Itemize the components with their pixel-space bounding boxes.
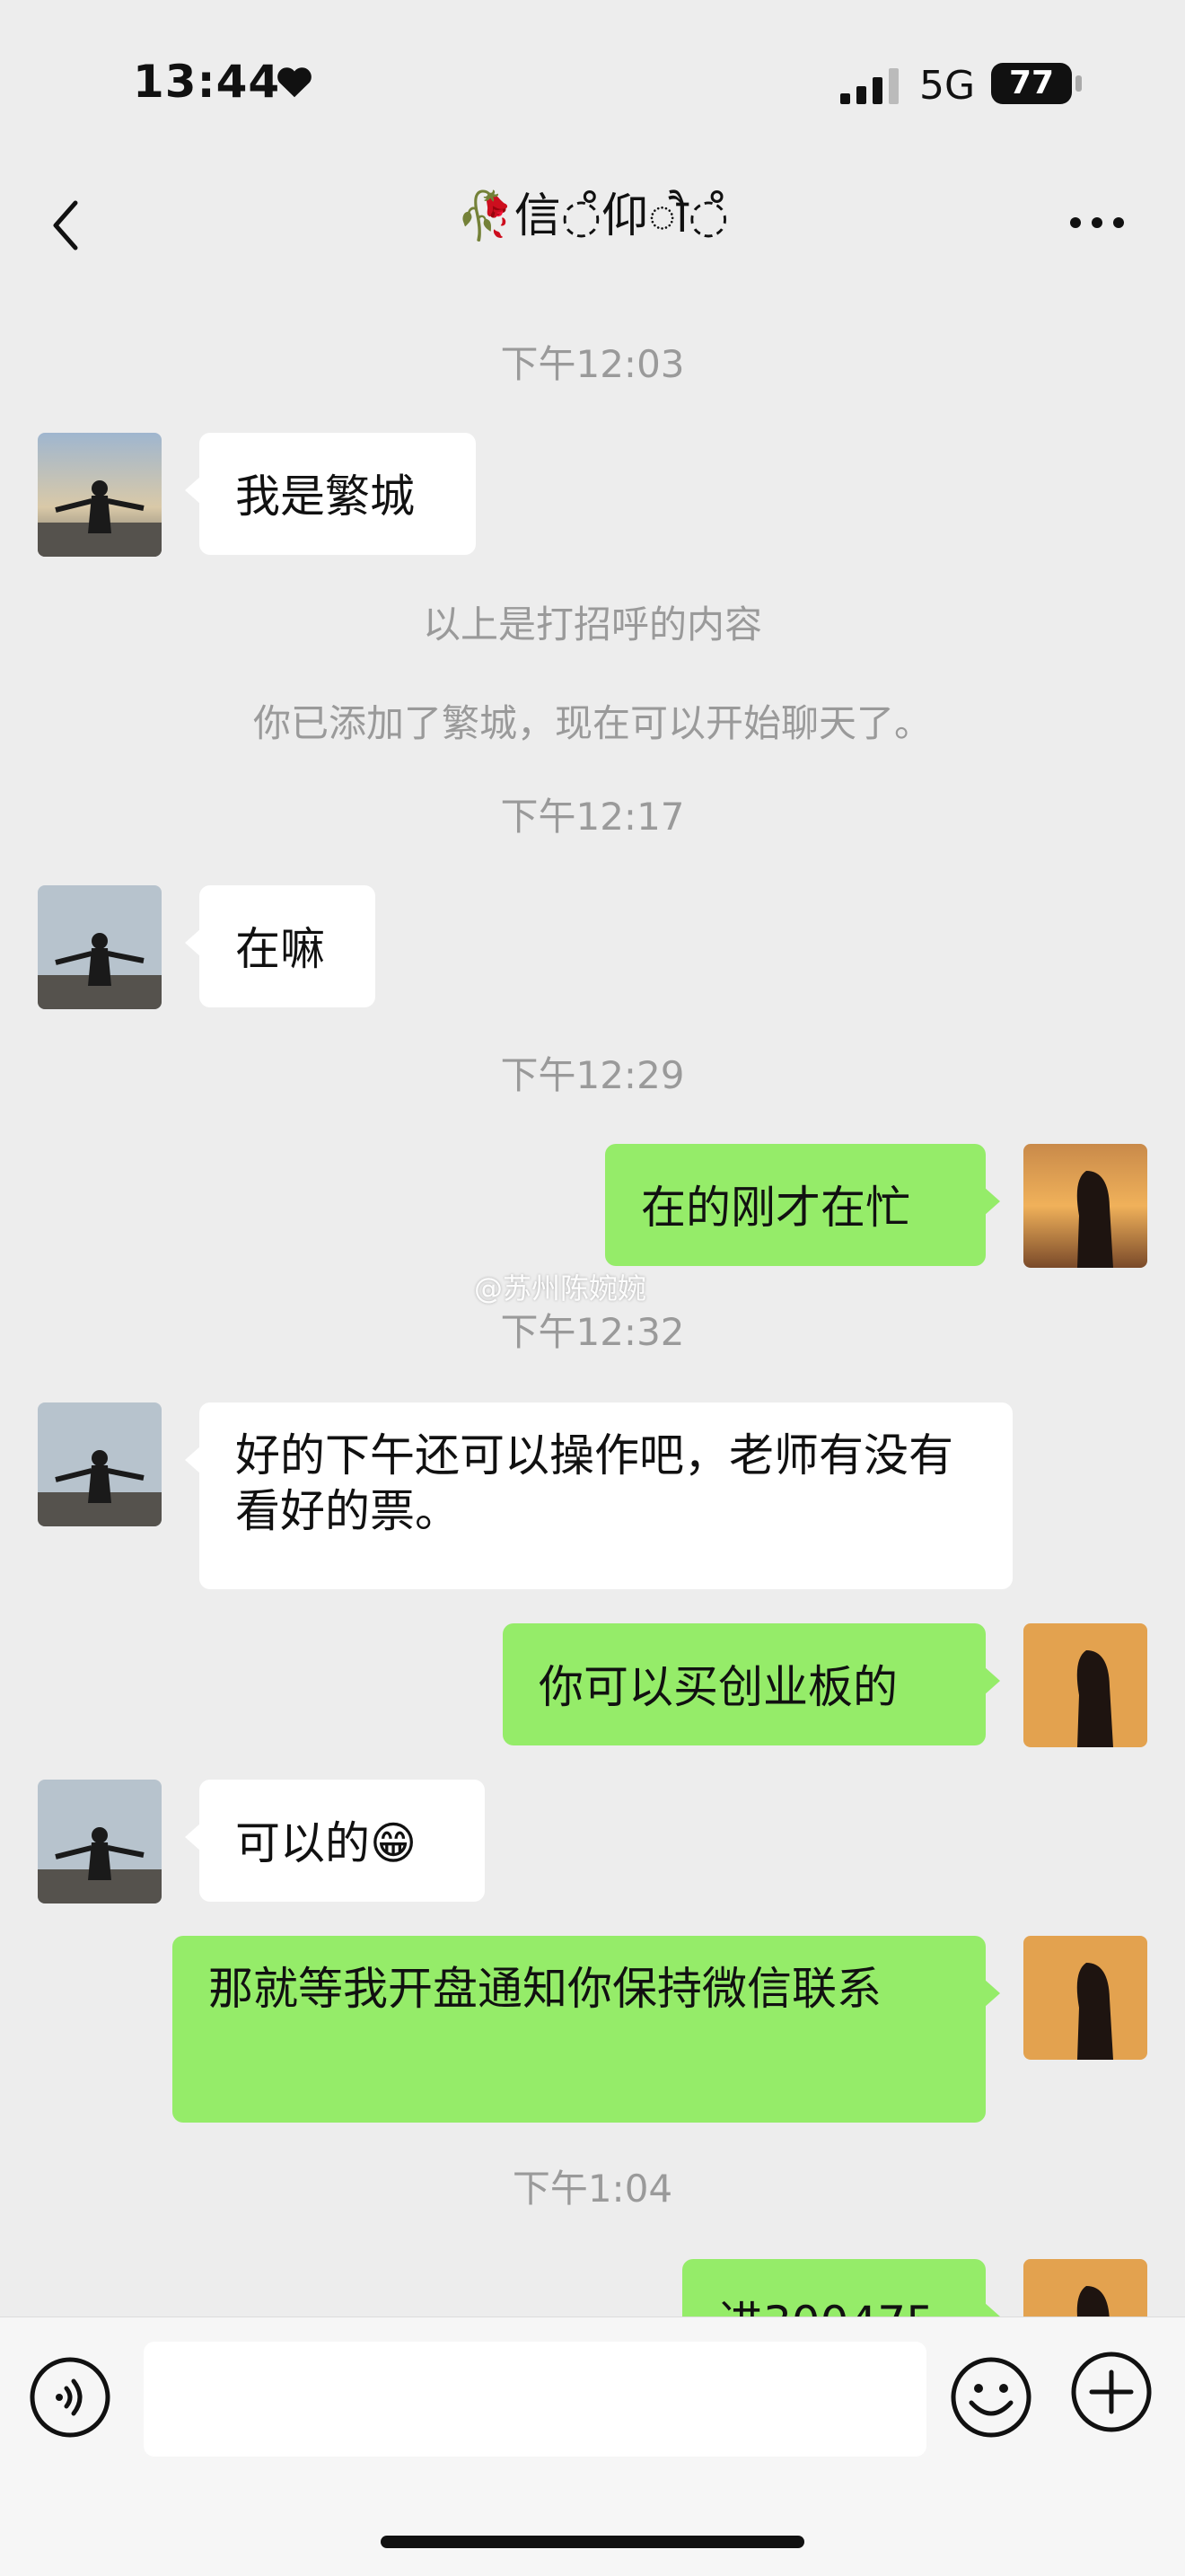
status-time: 13:44	[133, 56, 281, 108]
timestamp: 下午12:29	[500, 1053, 685, 1097]
contact-avatar[interactable]	[38, 1780, 162, 1903]
chat-title: 🥀信◌̊仰ौ◌̊	[456, 189, 729, 243]
system-message: 你已添加了繁城，现在可以开始聊天了。	[252, 701, 932, 745]
heart-icon	[277, 67, 312, 98]
message-bubble-out[interactable]: 你可以买创业板的	[503, 1623, 1000, 1745]
signal-icon	[840, 68, 899, 104]
message-bubble-out[interactable]: 那就等我开盘通知你保持微信联系	[172, 1936, 1000, 2123]
contact-avatar[interactable]	[38, 433, 162, 557]
contact-avatar[interactable]	[38, 885, 162, 1009]
emoji-icon[interactable]	[948, 2354, 1034, 2440]
timestamp: 下午12:32	[500, 1310, 685, 1354]
message-input[interactable]	[144, 2342, 926, 2457]
battery-indicator: 77	[991, 63, 1072, 104]
battery-cap	[1075, 75, 1082, 92]
status-bar: 13:44 5G 77	[0, 0, 1185, 171]
timestamp: 下午12:03	[500, 342, 685, 386]
timestamp: 下午1:04	[512, 2167, 673, 2211]
timestamp: 下午12:17	[500, 795, 685, 839]
message-bubble-out[interactable]: 在的刚才在忙	[605, 1144, 1000, 1266]
message-bubble-in[interactable]: 我是繁城	[185, 433, 476, 555]
home-indicator	[381, 2536, 804, 2548]
my-avatar[interactable]	[1023, 1623, 1147, 1747]
plus-icon[interactable]	[1068, 2349, 1154, 2435]
message-bubble-in[interactable]: 可以的😁	[185, 1780, 485, 1902]
contact-avatar[interactable]	[38, 1402, 162, 1526]
voice-icon[interactable]	[27, 2354, 113, 2440]
more-icon[interactable]	[1068, 215, 1126, 230]
message-bubble-in[interactable]: 好的下午还可以操作吧，老师有没有看好的票。	[185, 1402, 1013, 1589]
my-avatar[interactable]	[1023, 1144, 1147, 1268]
message-bubble-in[interactable]: 在嘛	[185, 885, 375, 1007]
network-label: 5G	[919, 63, 976, 109]
system-message: 以上是打招呼的内容	[422, 602, 762, 646]
my-avatar[interactable]	[1023, 1936, 1147, 2060]
